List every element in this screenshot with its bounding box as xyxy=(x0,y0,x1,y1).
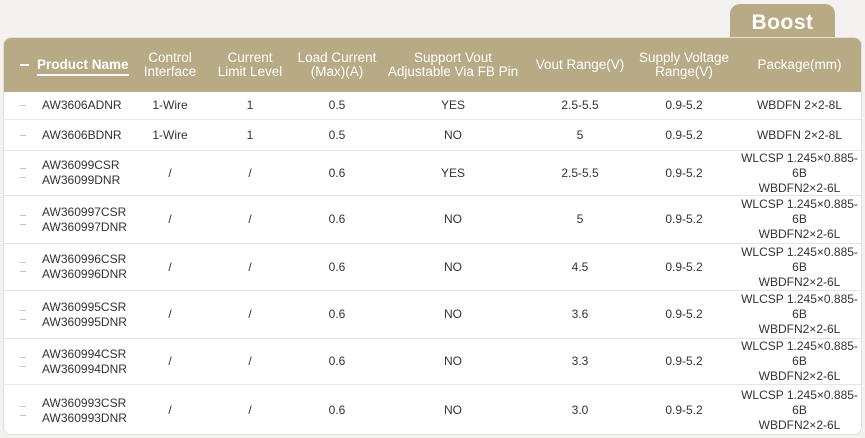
product-name: AW360993CSR AW360993DNR xyxy=(42,395,127,425)
column-header-package: Package(mm) xyxy=(757,57,842,72)
package: WLCSP 1.245×0.885-6B WBDFN2×2-6L xyxy=(741,292,858,336)
load-current: 0.6 xyxy=(328,307,346,321)
support-vout-fb: NO xyxy=(444,354,462,368)
load-current: 0.6 xyxy=(328,403,346,417)
current-limit-level: / xyxy=(248,165,252,180)
support-vout-fb: NO xyxy=(444,403,462,417)
product-name: AW36099CSR AW36099DNR xyxy=(42,158,121,187)
load-current: 0.6 xyxy=(328,212,346,226)
supply-voltage-range: 0.9-5.2 xyxy=(665,307,703,321)
load-current: 0.6 xyxy=(328,165,346,180)
product-name: AW3606ADNR xyxy=(42,98,122,112)
supply-voltage-range: 0.9-5.2 xyxy=(665,98,703,112)
current-limit-level: 1 xyxy=(246,98,254,112)
supply-voltage-range: 0.9-5.2 xyxy=(665,212,703,226)
support-vout-fb: NO xyxy=(444,212,462,226)
table-header: Product Name Control Interface Current L… xyxy=(4,38,861,92)
current-limit-level: / xyxy=(248,259,252,274)
load-current: 0.6 xyxy=(328,259,346,274)
current-limit-level: / xyxy=(248,354,252,368)
column-header-load-current: Load Current (Max)(A) xyxy=(297,50,377,79)
package: WBDFN 2×2-8L xyxy=(756,127,843,142)
column-header-current-limit-level: Current Limit Level xyxy=(217,50,283,79)
support-vout-fb: YES xyxy=(440,165,465,180)
vout-range: 3.3 xyxy=(571,354,589,368)
control-interface: 1-Wire xyxy=(152,98,188,112)
package: WLCSP 1.245×0.885-6B WBDFN2×2-6L xyxy=(741,388,858,432)
product-name: AW360994CSR AW360994DNR xyxy=(42,346,127,376)
control-interface: / xyxy=(168,165,172,180)
support-vout-fb: YES xyxy=(440,98,465,112)
support-vout-fb: NO xyxy=(444,307,462,321)
vout-range: 2.5-5.5 xyxy=(561,165,599,180)
vout-range: 2.5-5.5 xyxy=(561,98,599,112)
vout-range: 5 xyxy=(576,127,584,142)
package: WLCSP 1.245×0.885-6B WBDFN2×2-6L xyxy=(741,339,858,383)
table-row: AW360993CSR AW360993DNR / / 0.6 NO 3.0 0… xyxy=(4,385,861,434)
product-name: AW360996CSR AW360996DNR xyxy=(42,252,127,281)
column-header-product-name[interactable]: Product Name xyxy=(4,38,136,92)
control-interface: / xyxy=(168,212,172,226)
column-header-support-vout-fb: Support Vout Adjustable Via FB Pin xyxy=(387,50,519,79)
current-limit-level: / xyxy=(248,403,252,417)
control-interface: / xyxy=(168,307,172,321)
load-current: 0.5 xyxy=(328,98,346,112)
column-header-control-interface: Control Interface xyxy=(143,50,197,79)
table-row: AW360994CSR AW360994DNR / / 0.6 NO 3.3 0… xyxy=(4,339,861,385)
product-name: AW3606BDNR xyxy=(42,127,122,142)
supply-voltage-range: 0.9-5.2 xyxy=(665,259,703,274)
supply-voltage-range: 0.9-5.2 xyxy=(665,403,703,417)
control-interface: 1-Wire xyxy=(152,127,188,142)
package: WLCSP 1.245×0.885-6B WBDFN2×2-6L xyxy=(741,197,858,241)
table-row: AW360996CSR AW360996DNR / / 0.6 NO 4.5 0… xyxy=(4,244,861,291)
control-interface: / xyxy=(168,354,172,368)
column-header-supply-voltage-range: Supply Voltage Range(V) xyxy=(638,50,730,79)
control-interface: / xyxy=(168,259,172,274)
column-header-vout-range: Vout Range(V) xyxy=(535,57,625,72)
control-interface: / xyxy=(168,403,172,417)
supply-voltage-range: 0.9-5.2 xyxy=(665,165,703,180)
load-current: 0.6 xyxy=(328,354,346,368)
product-name: AW360997CSR AW360997DNR xyxy=(42,204,127,234)
table-row: AW360997CSR AW360997DNR / / 0.6 NO 5 0.9… xyxy=(4,196,861,244)
current-limit-level: / xyxy=(248,212,252,226)
collapse-icon[interactable] xyxy=(20,64,29,66)
product-name: AW360995CSR AW360995DNR xyxy=(42,299,127,329)
package: WLCSP 1.245×0.885-6B WBDFN2×2-6L xyxy=(741,150,858,195)
vout-range: 3.6 xyxy=(571,307,589,321)
supply-voltage-range: 0.9-5.2 xyxy=(665,127,703,142)
current-limit-level: 1 xyxy=(246,127,254,142)
table-row: AW360995CSR AW360995DNR / / 0.6 NO 3.6 0… xyxy=(4,291,861,339)
vout-range: 4.5 xyxy=(571,259,589,274)
package: WBDFN 2×2-8L xyxy=(756,98,843,112)
product-table: Product Name Control Interface Current L… xyxy=(3,37,862,435)
current-limit-level: / xyxy=(248,307,252,321)
support-vout-fb: NO xyxy=(444,259,462,274)
support-vout-fb: NO xyxy=(444,127,462,142)
vout-range: 5 xyxy=(576,212,584,226)
vout-range: 3.0 xyxy=(571,403,589,417)
table-row: AW3606ADNR 1-Wire 1 0.5 YES 2.5-5.5 0.9-… xyxy=(4,92,861,120)
table-row: AW3606BDNR 1-Wire 1 0.5 NO 5 0.9-5.2 WBD… xyxy=(4,120,861,151)
supply-voltage-range: 0.9-5.2 xyxy=(665,354,703,368)
table-row: AW36099CSR AW36099DNR / / 0.6 YES 2.5-5.… xyxy=(4,151,861,196)
package: WLCSP 1.245×0.885-6B WBDFN2×2-6L xyxy=(741,244,858,289)
load-current: 0.5 xyxy=(328,127,346,142)
